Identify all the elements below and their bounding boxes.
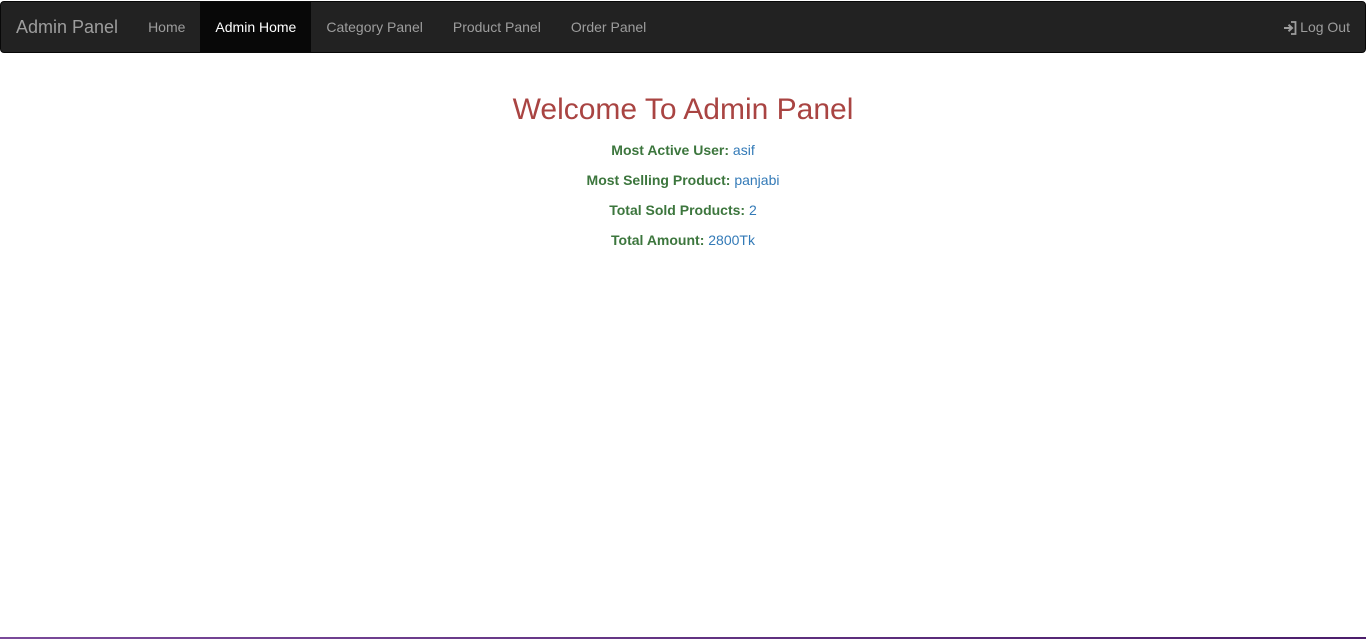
page-title: Welcome To Admin Panel xyxy=(512,93,854,126)
stat-value: panjabi xyxy=(734,172,780,188)
nav-link-category-panel[interactable]: Category Panel xyxy=(311,2,438,52)
logout-label: Log Out xyxy=(1300,19,1350,35)
nav-link-product-panel[interactable]: Product Panel xyxy=(438,2,556,52)
stat-label: Most Active User: xyxy=(611,142,730,158)
stat-most-active-user: Most Active User: asif xyxy=(0,140,1366,160)
nav-link-order-panel[interactable]: Order Panel xyxy=(556,2,661,52)
stat-label: Total Amount: xyxy=(611,232,705,248)
top-navbar: Admin Panel Home Admin Home Category Pan… xyxy=(0,1,1366,53)
stat-total-sold-products: Total Sold Products: 2 xyxy=(0,200,1366,220)
navbar-brand[interactable]: Admin Panel xyxy=(1,2,133,52)
logout-link[interactable]: Log Out xyxy=(1283,2,1365,52)
nav-link-admin-home[interactable]: Admin Home xyxy=(200,2,312,52)
stat-value: 2 xyxy=(748,202,757,218)
stat-value: 2800Tk xyxy=(708,232,755,248)
nav-links: Home Admin Home Category Panel Product P… xyxy=(133,2,661,52)
main-content: Welcome To Admin Panel Most Active User:… xyxy=(0,90,1366,260)
stat-value: asif xyxy=(732,142,755,158)
stat-most-selling-product: Most Selling Product: panjabi xyxy=(0,170,1366,190)
nav-link-home[interactable]: Home xyxy=(133,2,200,52)
stat-total-amount: Total Amount: 2800Tk xyxy=(0,230,1366,250)
log-in-icon xyxy=(1283,21,1297,35)
stat-label: Most Selling Product: xyxy=(586,172,731,188)
stat-label: Total Sold Products: xyxy=(609,202,746,218)
